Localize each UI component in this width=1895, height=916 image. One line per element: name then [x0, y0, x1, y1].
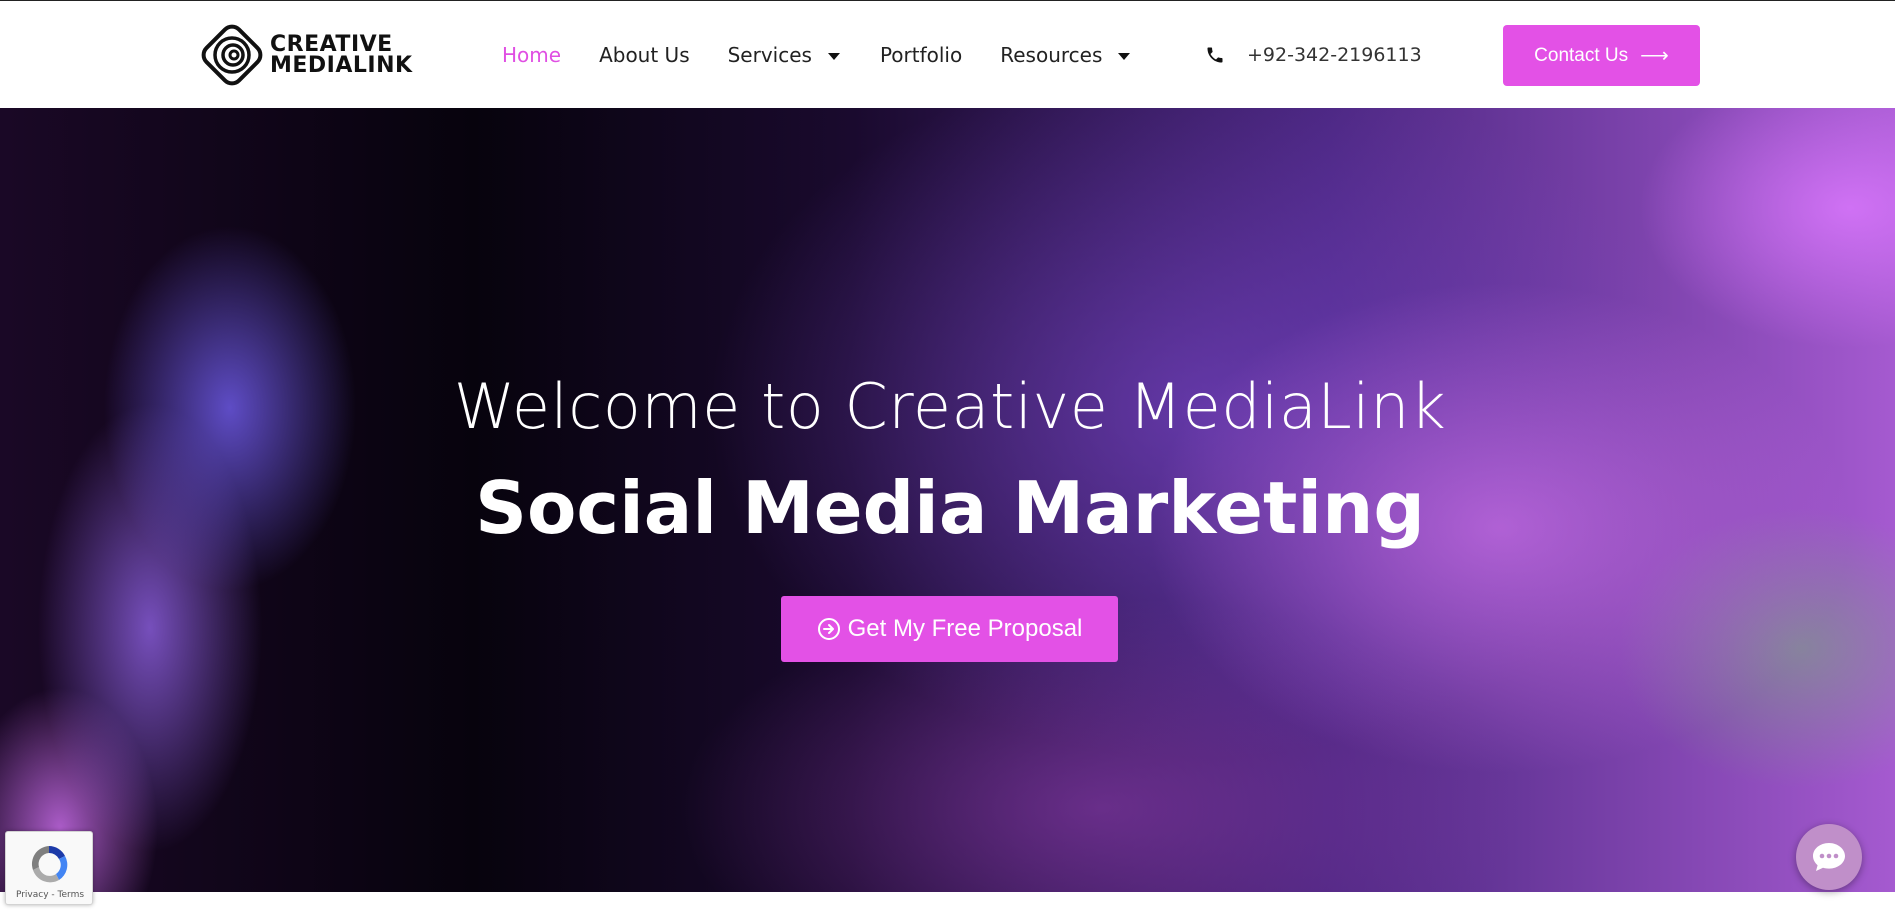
hero-section: Welcome to Creative MediaLink Social Med…: [0, 108, 1895, 892]
nav-resources-label: Resources: [1000, 43, 1103, 67]
phone-number: +92-342-2196113: [1247, 44, 1422, 66]
recaptcha-icon: [31, 846, 68, 883]
contact-us-label: Contact Us: [1534, 44, 1629, 66]
nav-resources[interactable]: Resources: [1000, 43, 1131, 67]
get-free-proposal-button[interactable]: Get My Free Proposal: [781, 596, 1118, 662]
chat-widget-button[interactable]: [1796, 824, 1862, 890]
main-nav: Home About Us Services Portfolio Resourc…: [502, 37, 1131, 73]
chevron-down-icon: [1118, 53, 1131, 60]
site-header: CREATIVE MEDIALINK Home About Us Service…: [0, 0, 1895, 108]
nav-about-us-label: About Us: [599, 43, 690, 67]
nav-portfolio-label: Portfolio: [879, 43, 963, 67]
get-free-proposal-label: Get My Free Proposal: [847, 615, 1083, 642]
brand-line-2: MEDIALINK: [270, 53, 413, 78]
recaptcha-terms-link[interactable]: Terms: [58, 890, 85, 900]
nav-home[interactable]: Home: [502, 43, 561, 67]
arrow-right-icon: ⟶: [1640, 45, 1669, 67]
brand-wordmark: CREATIVE MEDIALINK: [270, 32, 413, 78]
contact-us-button[interactable]: Contact Us ⟶: [1503, 25, 1700, 86]
phone-icon: [1207, 47, 1223, 63]
nav-services-label: Services: [727, 43, 812, 67]
recaptcha-separator: -: [51, 890, 55, 900]
hero-subtitle: Social Media Marketing: [475, 466, 1425, 550]
spiral-logo-icon: [201, 24, 263, 86]
brand-line-1: CREATIVE: [270, 32, 393, 57]
recaptcha-privacy-link[interactable]: Privacy: [16, 890, 49, 900]
phone-link[interactable]: +92-342-2196113: [1205, 39, 1422, 71]
hero-title: Welcome to Creative MediaLink: [453, 370, 1447, 443]
page-bottom-strip: [0, 892, 1895, 916]
nav-portfolio[interactable]: Portfolio: [880, 43, 962, 67]
circle-arrow-right-icon: [817, 618, 840, 640]
nav-about-us[interactable]: About Us: [599, 43, 690, 67]
recaptcha-links: Privacy - Terms: [6, 890, 94, 900]
chat-bubble-icon: [1813, 843, 1845, 871]
nav-services[interactable]: Services: [728, 43, 840, 67]
brand-logo[interactable]: CREATIVE MEDIALINK: [200, 19, 413, 91]
recaptcha-badge[interactable]: Privacy - Terms: [5, 831, 93, 905]
chevron-down-icon: [827, 53, 840, 60]
nav-home-label: Home: [502, 43, 562, 67]
